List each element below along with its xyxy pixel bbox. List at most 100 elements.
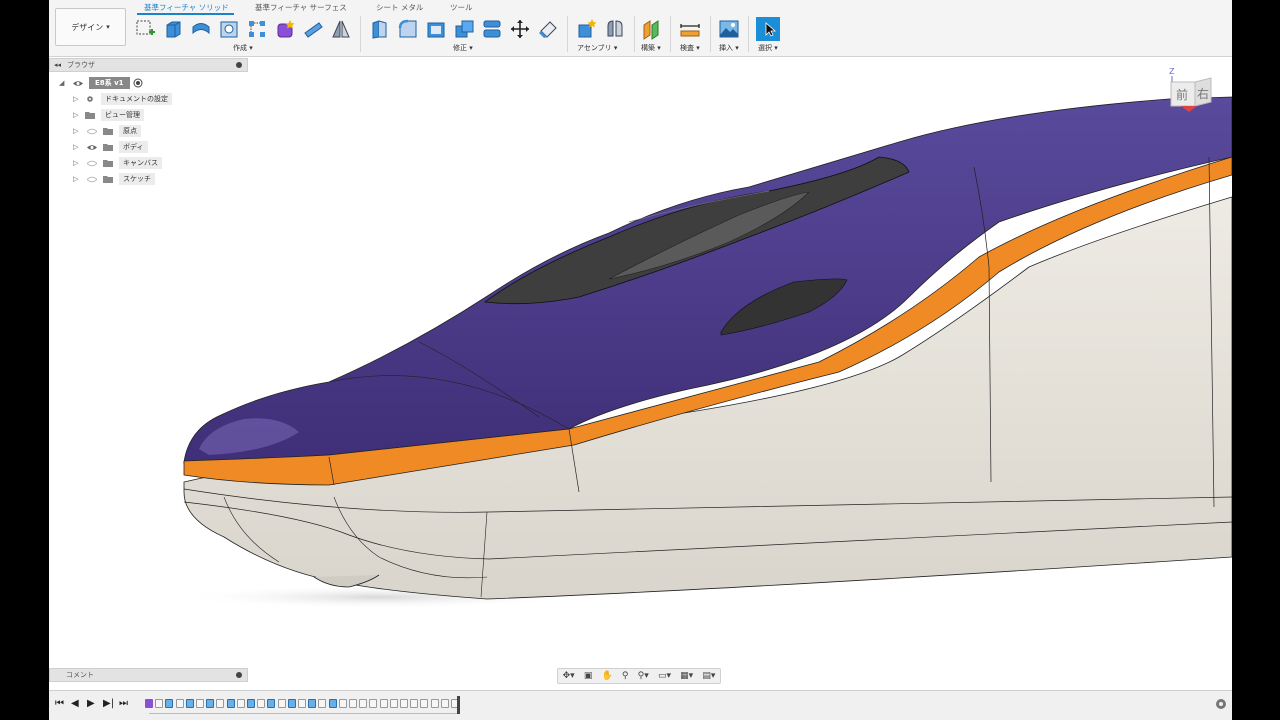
extrude-icon[interactable]: [162, 18, 184, 40]
timeline-sketch-feature[interactable]: [196, 699, 204, 708]
timeline-sketch-feature[interactable]: [369, 699, 378, 708]
activate-radio-icon[interactable]: [133, 78, 143, 88]
timeline-form-feature[interactable]: [145, 699, 153, 708]
timeline-sketch-feature[interactable]: [298, 699, 306, 708]
comments-panel-header[interactable]: コメント: [49, 668, 248, 682]
tree-item-canvases[interactable]: ▷ キャンバス: [73, 156, 162, 170]
joint-icon[interactable]: [604, 18, 626, 40]
tree-root[interactable]: ◢ E8系 v1: [59, 76, 143, 90]
tab-sheet-metal[interactable]: シート メタル: [376, 2, 423, 13]
pan-icon[interactable]: ✋: [602, 671, 613, 681]
combine-icon[interactable]: [453, 18, 475, 40]
expand-triangle-icon[interactable]: ▷: [73, 175, 81, 183]
split-body-icon[interactable]: [481, 18, 503, 40]
timeline-form-feature[interactable]: [267, 699, 276, 708]
hole-icon[interactable]: [218, 18, 240, 40]
new-component-icon[interactable]: [576, 18, 598, 40]
grid-icon[interactable]: ▦▾: [680, 671, 693, 681]
timeline-form-feature[interactable]: [206, 699, 215, 708]
select-group-label[interactable]: 選択 ▾: [758, 43, 778, 53]
tree-item-bodies[interactable]: ▷ ボディ: [73, 140, 148, 154]
tree-item-document-settings[interactable]: ▷ ドキュメントの設定: [73, 92, 172, 106]
inspect-group-label[interactable]: 検査 ▾: [680, 43, 700, 53]
timeline-sketch-feature[interactable]: [349, 699, 357, 708]
offset-plane-icon[interactable]: [641, 18, 663, 40]
workspace-switcher-button[interactable]: デザイン ▾: [55, 8, 126, 46]
look-at-icon[interactable]: ▣: [584, 671, 593, 681]
fit-icon[interactable]: ⚲▾: [638, 671, 649, 681]
go-to-start-icon[interactable]: ⏮: [55, 698, 64, 709]
tree-item-origin[interactable]: ▷ 原点: [73, 124, 141, 138]
expand-triangle-icon[interactable]: ◢: [59, 79, 67, 87]
tab-solid[interactable]: 基準フィーチャ ソリッド: [144, 2, 229, 13]
tab-tools[interactable]: ツール: [450, 2, 473, 13]
tree-item-named-views[interactable]: ▷ ビュー管理: [73, 108, 144, 122]
tab-surface[interactable]: 基準フィーチャ サーフェス: [255, 2, 347, 13]
new-sketch-icon[interactable]: [134, 18, 156, 40]
step-back-icon[interactable]: ◀: [71, 698, 79, 709]
display-settings-icon[interactable]: ▭▾: [658, 671, 671, 681]
pipe-icon[interactable]: [302, 18, 324, 40]
timeline-sketch-feature[interactable]: [379, 699, 388, 708]
timeline-sketch-feature[interactable]: [216, 699, 225, 708]
create-group-label[interactable]: 作成 ▾: [233, 43, 253, 53]
timeline-sketch-feature[interactable]: [277, 699, 286, 708]
timeline-form-feature[interactable]: [328, 699, 337, 708]
timeline-sketch-feature[interactable]: [400, 699, 408, 708]
timeline-settings-gear-icon[interactable]: [1214, 697, 1228, 711]
timeline-sketch-feature[interactable]: [430, 699, 439, 708]
timeline-sketch-feature[interactable]: [175, 699, 184, 708]
timeline-sketch-feature[interactable]: [318, 699, 327, 708]
rectangular-pattern-icon[interactable]: [246, 18, 268, 40]
timeline-sketch-feature[interactable]: [338, 699, 347, 708]
zoom-icon[interactable]: ⚲: [622, 671, 629, 681]
select-cursor-icon[interactable]: [756, 17, 780, 41]
expand-triangle-icon[interactable]: ▷: [73, 95, 81, 103]
modify-group-label[interactable]: 修正 ▾: [453, 43, 473, 53]
hidden-eye-icon[interactable]: [87, 176, 97, 183]
viewports-icon[interactable]: ▤▾: [702, 671, 715, 681]
timeline-form-feature[interactable]: [226, 699, 235, 708]
revolve-icon[interactable]: [190, 18, 212, 40]
assemble-group-label[interactable]: アセンブリ ▾: [577, 43, 617, 53]
expand-triangle-icon[interactable]: ▷: [73, 143, 81, 151]
pin-icon[interactable]: [236, 62, 242, 68]
timeline-sketch-feature[interactable]: [155, 699, 164, 708]
press-pull-icon[interactable]: [369, 18, 391, 40]
timeline-sketch-feature[interactable]: [440, 699, 449, 708]
timeline-form-feature[interactable]: [165, 699, 174, 708]
insert-group-label[interactable]: 挿入 ▾: [719, 43, 739, 53]
timeline-form-feature[interactable]: [185, 699, 194, 708]
timeline-form-feature[interactable]: [308, 699, 317, 708]
hidden-eye-icon[interactable]: [87, 128, 97, 135]
browser-panel-header[interactable]: ◂◂ ブラウザ: [49, 58, 248, 72]
visibility-eye-icon[interactable]: [87, 144, 97, 151]
visibility-eye-icon[interactable]: [73, 80, 83, 87]
appearance-icon[interactable]: [537, 18, 559, 40]
timeline-form-feature[interactable]: [287, 699, 296, 708]
root-component-label[interactable]: E8系 v1: [89, 77, 130, 89]
timeline-sketch-feature[interactable]: [420, 699, 429, 708]
insert-image-icon[interactable]: [718, 18, 740, 40]
create-form-icon[interactable]: [274, 18, 296, 40]
timeline-sketch-feature[interactable]: [410, 699, 419, 708]
expand-triangle-icon[interactable]: ▷: [73, 111, 81, 119]
hidden-eye-icon[interactable]: [87, 160, 97, 167]
play-icon[interactable]: ▶: [87, 698, 95, 709]
tree-item-sketches[interactable]: ▷ スケッチ: [73, 172, 155, 186]
orbit-icon[interactable]: ✥▾: [563, 671, 575, 681]
timeline-sketch-feature[interactable]: [359, 699, 368, 708]
step-forward-icon[interactable]: ▶|: [103, 698, 114, 709]
timeline-sketch-feature[interactable]: [236, 699, 245, 708]
go-to-end-icon[interactable]: ⏭: [119, 698, 128, 709]
viewcube[interactable]: Z 前 右: [1167, 66, 1232, 126]
measure-icon[interactable]: [679, 18, 701, 40]
timeline-form-feature[interactable]: [247, 699, 255, 708]
shell-icon[interactable]: [425, 18, 447, 40]
timeline-sketch-feature[interactable]: [389, 699, 398, 708]
collapse-arrows-icon[interactable]: ◂◂: [54, 61, 61, 69]
construct-group-label[interactable]: 構築 ▾: [641, 43, 661, 53]
mirror-icon[interactable]: [330, 18, 352, 40]
expand-triangle-icon[interactable]: ▷: [73, 159, 81, 167]
expand-triangle-icon[interactable]: ▷: [73, 127, 81, 135]
